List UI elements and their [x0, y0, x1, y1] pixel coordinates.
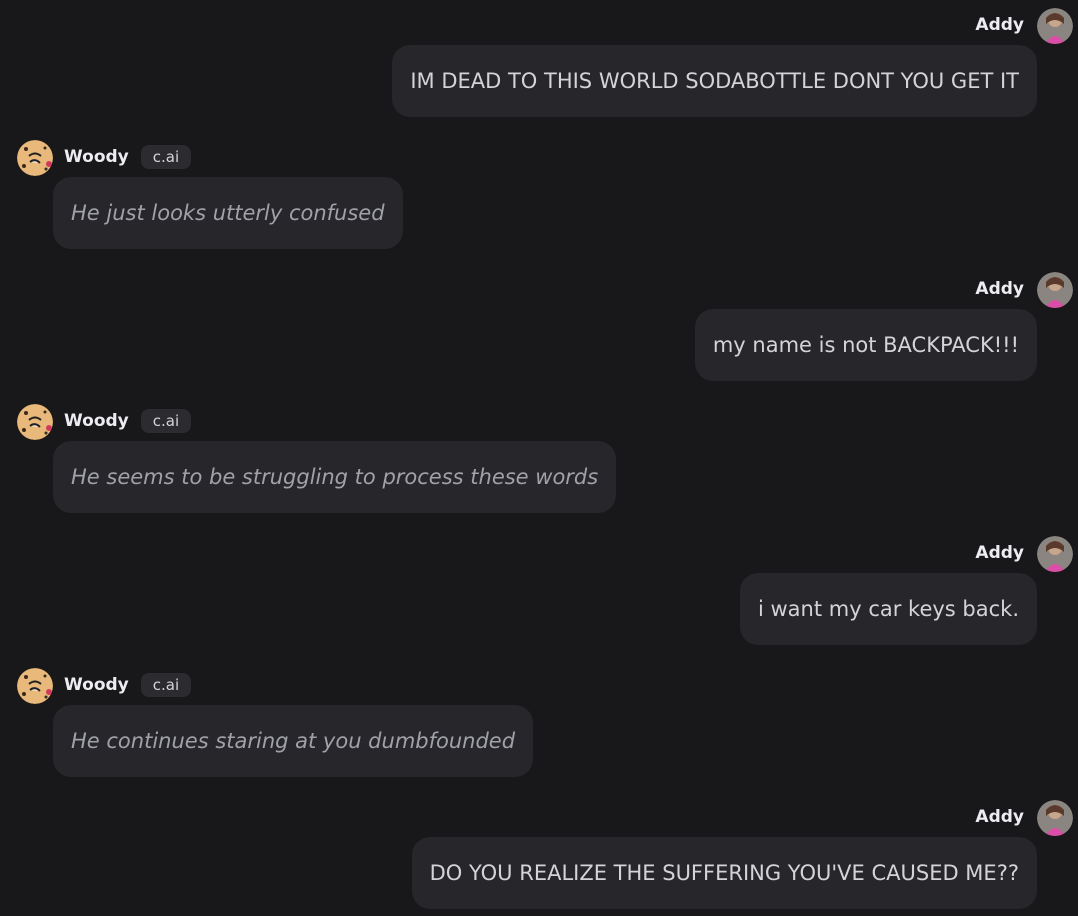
message-bubble: DO YOU REALIZE THE SUFFERING YOU'VE CAUS… [411, 837, 1037, 909]
cai-badge: c.ai [140, 409, 192, 433]
user-avatar[interactable] [1037, 536, 1073, 572]
bot-avatar[interactable] [17, 404, 53, 440]
bot-avatar[interactable] [17, 668, 53, 704]
author-name: Addy [975, 807, 1024, 827]
user-avatar[interactable] [1037, 800, 1073, 836]
cai-badge: c.ai [140, 145, 192, 169]
message-bubble: my name is not BACKPACK!!! [694, 309, 1037, 381]
user-avatar[interactable] [1037, 272, 1073, 308]
bot-avatar[interactable] [17, 140, 53, 176]
message-bubble: He just looks utterly confused [53, 177, 403, 249]
author-name: Woody [64, 675, 129, 695]
message-bubble: He continues staring at you dumbfounded [53, 705, 534, 777]
cai-badge: c.ai [140, 673, 192, 697]
bot-header: Woody c.ai [64, 668, 192, 702]
user-avatar[interactable] [1037, 8, 1073, 44]
author-name: Woody [64, 411, 129, 431]
bot-header: Woody c.ai [64, 140, 192, 174]
bot-header: Woody c.ai [64, 404, 192, 438]
author-name: Woody [64, 147, 129, 167]
author-name: Addy [975, 279, 1024, 299]
message-bubble: i want my car keys back. [739, 573, 1037, 645]
author-name: Addy [975, 15, 1024, 35]
message-bubble: IM DEAD TO THIS WORLD SODABOTTLE DONT YO… [392, 45, 1037, 117]
author-name: Addy [975, 543, 1024, 563]
message-bubble: He seems to be struggling to process the… [53, 441, 617, 513]
